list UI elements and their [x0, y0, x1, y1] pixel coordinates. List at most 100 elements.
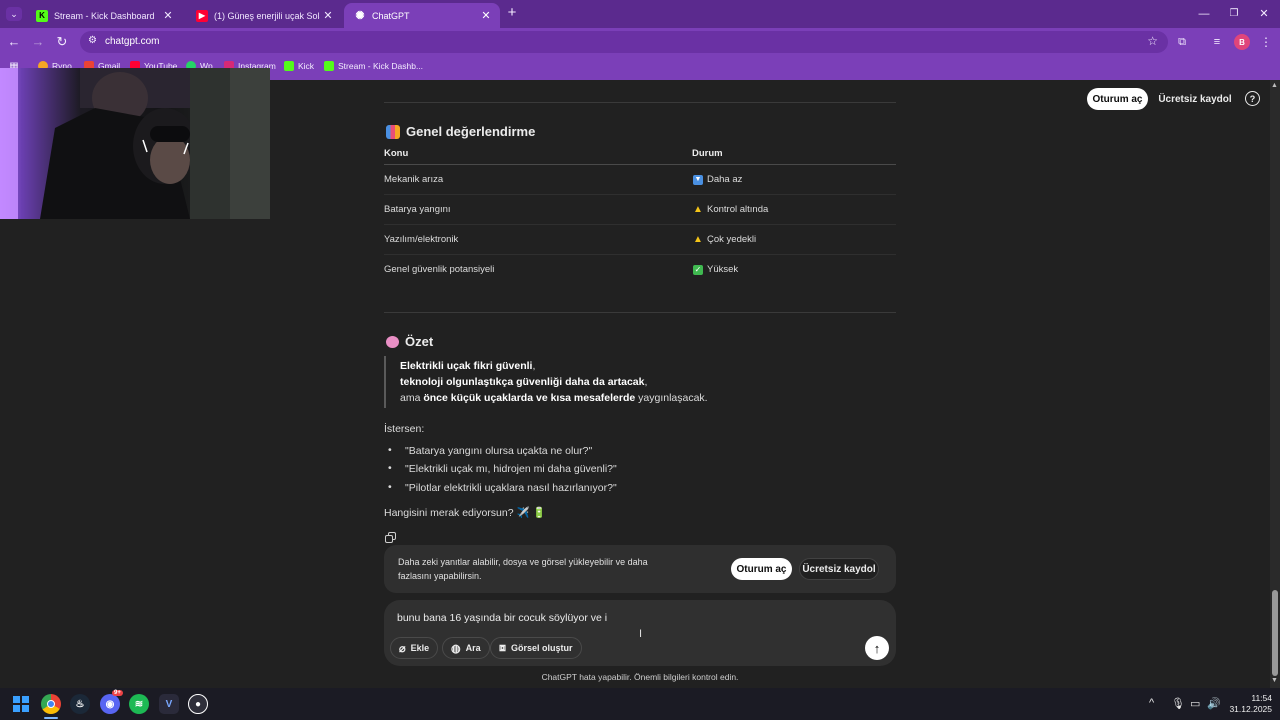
- brain-icon: [386, 335, 399, 348]
- media-controls-icon[interactable]: ≡: [1209, 35, 1225, 49]
- tab-title: (1) Güneş enerjili uçak Solar Imp: [214, 10, 320, 21]
- status-text: Kontrol altında: [707, 204, 769, 215]
- divider: [384, 312, 896, 313]
- tab-youtube[interactable]: ▶ (1) Güneş enerjili uçak Solar Imp ✕: [186, 3, 342, 28]
- list-item: "Batarya yangını olursa uçakta ne olur?": [388, 444, 593, 457]
- attach-label: Ekle: [410, 643, 430, 653]
- back-arrow-icon[interactable]: ←: [6, 35, 22, 49]
- close-icon[interactable]: ✕: [320, 9, 336, 22]
- discord-taskbar-icon[interactable]: ◉ 9+: [100, 690, 123, 714]
- send-button[interactable]: ↑: [865, 636, 889, 660]
- section-heading-summary: Özet: [386, 334, 433, 349]
- closing-question: Hangisini merak ediyorsun? ✈️ 🔋: [384, 507, 546, 519]
- list-item: "Pilotlar elektrikli uçaklara nasıl hazı…: [388, 481, 617, 494]
- warning-icon: ▲: [693, 203, 703, 215]
- table-cell-topic: Mekanik arıza: [384, 174, 444, 185]
- table-divider: [384, 194, 896, 195]
- new-tab-button[interactable]: +: [504, 5, 520, 20]
- valorant-taskbar-icon[interactable]: V: [159, 694, 179, 714]
- table-cell-topic: Yazılım/elektronik: [384, 234, 459, 245]
- profile-avatar[interactable]: B: [1234, 34, 1250, 50]
- quote-bold: teknoloji olgunlaştıkça güvenliği daha d…: [400, 376, 645, 388]
- image-icon: ⧈: [499, 641, 506, 654]
- header-signup-button[interactable]: Ücretsiz kaydol: [1156, 88, 1234, 110]
- menu-icon[interactable]: ⋮: [1258, 35, 1274, 49]
- microphone-icon[interactable]: 🎙: [1171, 697, 1185, 710]
- windows-start-icon[interactable]: [13, 696, 29, 712]
- status-text: Çok yedekli: [707, 234, 757, 245]
- bookmark-star-icon[interactable]: ☆: [1147, 34, 1158, 48]
- close-icon[interactable]: ✕: [478, 9, 494, 22]
- minimize-icon[interactable]: —: [1196, 7, 1212, 21]
- kick-icon: [324, 61, 334, 71]
- banner-text-line-1: Daha zeki yanıtlar alabilir, dosya ve gö…: [398, 557, 648, 567]
- warning-icon: ▲: [693, 233, 703, 245]
- address-bar[interactable]: ⚙ chatgpt.com ☆: [80, 31, 1168, 53]
- quote-text: ama: [400, 392, 424, 404]
- table-cell-status: ▲ Kontrol altında: [693, 204, 768, 215]
- attach-button[interactable]: ⌀ Ekle: [390, 637, 439, 659]
- text-cursor-icon: I: [639, 628, 643, 640]
- extensions-icon[interactable]: ⧉: [1174, 35, 1190, 49]
- banner-login-button[interactable]: Oturum aç: [731, 558, 792, 580]
- webcam-overlay: [0, 68, 270, 219]
- tray-overflow-icon[interactable]: ^: [1149, 697, 1154, 709]
- chatgpt-icon: ✺: [355, 10, 365, 22]
- down-arrow-icon: ▼: [693, 174, 703, 185]
- tab-kick-dashboard[interactable]: K Stream - Kick Dashboard ✕: [26, 3, 182, 28]
- steam-taskbar-icon[interactable]: ♨: [70, 694, 90, 714]
- table-divider: [384, 164, 896, 165]
- bookmark-kick[interactable]: Kick: [284, 61, 314, 71]
- quote-line-1: Elektrikli uçak fikri güvenli,: [400, 360, 535, 372]
- header-login-button[interactable]: Oturum aç: [1087, 88, 1148, 110]
- banner-signup-button[interactable]: Ücretsiz kaydol: [799, 558, 879, 580]
- spotify-taskbar-icon[interactable]: ≋: [129, 694, 149, 714]
- close-icon[interactable]: ✕: [160, 9, 176, 22]
- list-item: "Elektrikli uçak mı, hidrojen mi daha gü…: [388, 462, 617, 475]
- active-app-indicator: [44, 717, 58, 719]
- message-composer: bunu bana 16 yaşında bir cocuk söylüyor …: [384, 600, 896, 666]
- profile-initial: B: [1239, 37, 1245, 47]
- obs-taskbar-icon[interactable]: ●: [188, 694, 208, 714]
- tab-title: Stream - Kick Dashboard: [54, 10, 155, 21]
- search-label: Ara: [465, 643, 481, 653]
- restore-icon[interactable]: ❐: [1226, 7, 1242, 21]
- display-icon[interactable]: ▭: [1190, 697, 1200, 710]
- tab-title: ChatGPT: [372, 10, 410, 21]
- status-text: Yüksek: [707, 264, 739, 275]
- webcam-feed-image: [0, 68, 270, 219]
- create-image-button[interactable]: ⧈ Görsel oluştur: [490, 637, 582, 659]
- reload-icon[interactable]: ↻: [54, 35, 70, 49]
- scrollbar[interactable]: ▲ ▼: [1270, 80, 1280, 688]
- scrollbar-thumb[interactable]: [1272, 590, 1278, 676]
- site-info-icon[interactable]: ⚙: [88, 35, 97, 46]
- quote-bold: önce küçük uçaklarda ve kısa mesafelerde: [423, 392, 636, 404]
- table-cell-status: ✓ Yüksek: [693, 264, 738, 275]
- quote-line-2: teknoloji olgunlaştıkça güvenliği daha d…: [400, 376, 647, 388]
- table-cell-status: ▲ Çok yedekli: [693, 234, 756, 245]
- blockquote-bar: [384, 356, 386, 408]
- scroll-up-icon[interactable]: ▲: [1271, 82, 1278, 89]
- chrome-taskbar-icon[interactable]: [41, 694, 61, 714]
- tab-search-icon[interactable]: ⌄: [6, 7, 22, 21]
- divider: [384, 102, 896, 103]
- quote-bold: Elektrikli uçak fikri güvenli: [400, 360, 533, 372]
- copy-icon[interactable]: [385, 532, 396, 543]
- scroll-down-icon[interactable]: ▼: [1271, 677, 1278, 684]
- kick-icon: K: [36, 9, 48, 22]
- tab-chatgpt[interactable]: ✺ ChatGPT ✕: [344, 3, 500, 28]
- paperclip-icon: ⌀: [399, 642, 406, 655]
- forward-arrow-icon[interactable]: →: [30, 35, 46, 49]
- close-window-icon[interactable]: ✕: [1256, 7, 1272, 21]
- banner-text-line-2: fazlasını yapabilirsin.: [398, 571, 482, 581]
- suggestions-intro: İstersen:: [384, 423, 425, 435]
- table-cell-status: ▼ Daha az: [693, 174, 742, 185]
- search-button[interactable]: ◍ Ara: [442, 637, 490, 659]
- browser-tab-strip: ⌄ K Stream - Kick Dashboard ✕ ▶ (1) Güne…: [0, 0, 1280, 28]
- taskbar-clock[interactable]: 11:54 31.12.2025: [1222, 693, 1272, 715]
- suggestion-text: "Batarya yangını olursa uçakta ne olur?": [405, 445, 593, 457]
- bookmark-kick-dashboard[interactable]: Stream - Kick Dashb...: [324, 61, 423, 71]
- message-input[interactable]: bunu bana 16 yaşında bir cocuk söylüyor …: [397, 612, 797, 624]
- volume-icon[interactable]: 🔊: [1207, 697, 1221, 710]
- help-icon[interactable]: ?: [1245, 91, 1260, 106]
